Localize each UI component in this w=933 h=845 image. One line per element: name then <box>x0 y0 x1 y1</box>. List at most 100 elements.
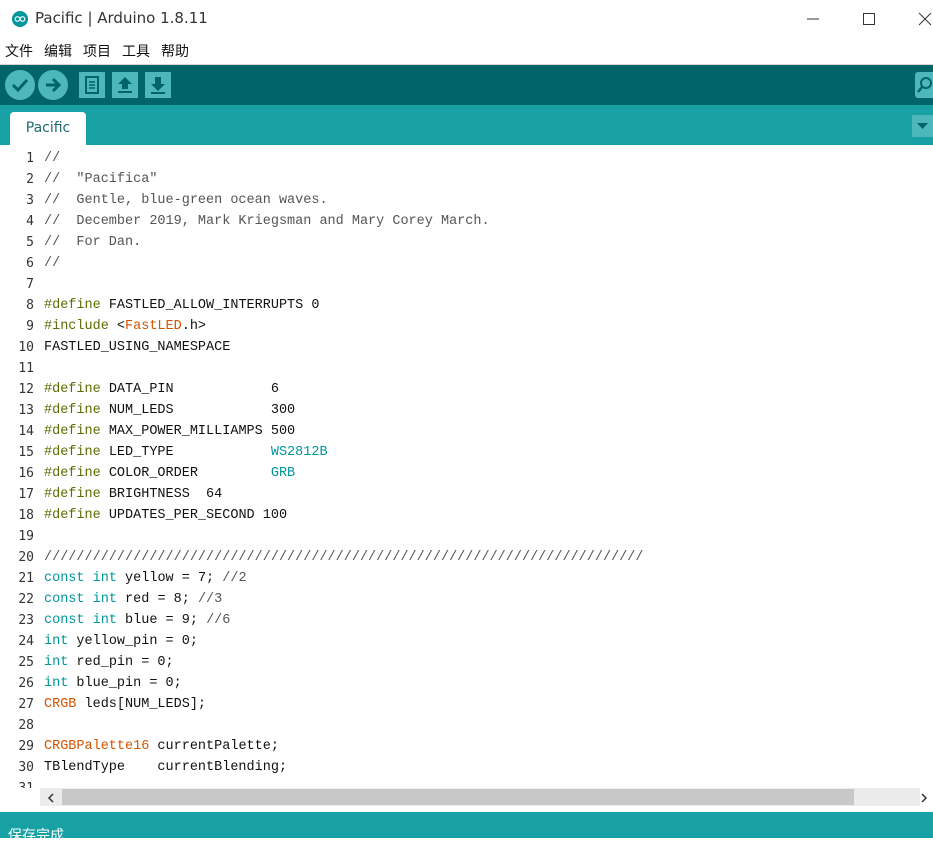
code-token: int <box>44 634 69 649</box>
line-number: 5 <box>26 235 34 250</box>
code-token: < <box>108 319 126 334</box>
code-text: #define MAX_POWER_MILLIAMPS 500 <box>44 421 295 442</box>
code-line: 17 #define BRIGHTNESS 64 <box>0 484 930 505</box>
code-token: int <box>44 655 69 670</box>
scroll-left-icon[interactable] <box>42 790 60 804</box>
code-token: FASTLED_ALLOW_INTERRUPTS 0 <box>100 298 320 313</box>
code-line: 27 CRGB leds[NUM_LEDS]; <box>0 694 930 715</box>
scrollbar-thumb[interactable] <box>62 789 854 805</box>
code-line: 6 // <box>0 253 930 274</box>
line-number: 4 <box>26 214 34 229</box>
code-line: 16 #define COLOR_ORDER GRB <box>0 463 930 484</box>
code-token: // <box>44 256 61 271</box>
code-text: const int red = 8; //3 <box>44 589 222 610</box>
code-token: WS2812B <box>270 445 328 460</box>
code-line: 24 int yellow_pin = 0; <box>0 631 930 652</box>
code-text: // "Pacifica" <box>44 169 157 190</box>
code-token: #include <box>44 319 109 334</box>
maximize-button[interactable] <box>846 0 892 38</box>
code-token: MAX_POWER_MILLIAMPS 500 <box>100 424 296 439</box>
open-icon[interactable] <box>112 72 138 98</box>
code-line: 25 int red_pin = 0; <box>0 652 930 673</box>
code-text: const int yellow = 7; //2 <box>44 568 247 589</box>
line-number: 8 <box>26 298 34 313</box>
line-number: 27 <box>18 697 34 712</box>
code-token: // <box>44 151 61 166</box>
code-text: #define COLOR_ORDER GRB <box>44 463 295 484</box>
line-number: 28 <box>18 718 34 733</box>
status-message: 保存完成 <box>8 828 64 844</box>
code-token: .h> <box>181 319 207 334</box>
line-number: 15 <box>18 445 34 460</box>
code-text: // <box>44 148 60 169</box>
menu-tools[interactable]: 工具 <box>122 41 150 61</box>
code-token: UPDATES_PER_SECOND 100 <box>100 508 288 523</box>
code-text: // <box>44 253 60 274</box>
arduino-logo-icon <box>12 11 28 27</box>
code-token: DATA_PIN 6 <box>100 382 279 397</box>
code-text: // Gentle, blue-green ocean waves. <box>44 190 328 211</box>
scroll-right-icon[interactable] <box>915 790 933 804</box>
verify-icon[interactable] <box>5 70 35 100</box>
code-token: const <box>44 613 85 628</box>
horizontal-scrollbar[interactable] <box>0 788 933 808</box>
line-number: 7 <box>26 277 34 292</box>
line-number: 21 <box>18 571 34 586</box>
code-token: #define <box>44 424 101 439</box>
upload-icon[interactable] <box>38 70 68 100</box>
code-text: const int blue = 9; //6 <box>44 610 230 631</box>
line-number: 12 <box>18 382 34 397</box>
serial-monitor-icon[interactable] <box>915 72 933 98</box>
menu-edit[interactable]: 编辑 <box>44 41 72 61</box>
close-button[interactable] <box>902 0 933 38</box>
tab-menu-dropdown-icon[interactable] <box>912 115 933 137</box>
line-number: 13 <box>18 403 34 418</box>
code-text: // For Dan. <box>44 232 141 253</box>
code-token: int <box>92 571 117 586</box>
code-line: 29 CRGBPalette16 currentPalette; <box>0 736 930 757</box>
line-number: 2 <box>26 172 34 187</box>
code-text: #define NUM_LEDS 300 <box>44 400 295 421</box>
tab-pacific[interactable]: Pacific <box>10 112 86 145</box>
line-number: 30 <box>18 760 34 775</box>
code-text: int red_pin = 0; <box>44 652 174 673</box>
tab-bar: Pacific <box>0 105 933 145</box>
code-token: leds[NUM_LEDS]; <box>76 697 207 712</box>
code-text: int yellow_pin = 0; <box>44 631 198 652</box>
code-token: #define <box>44 466 101 481</box>
line-number: 25 <box>18 655 34 670</box>
window-title: Pacific | Arduino 1.8.11 <box>35 9 208 27</box>
code-token: FastLED <box>125 319 182 334</box>
save-icon[interactable] <box>145 72 171 98</box>
code-editor[interactable]: 1//2// "Pacifica" 3// Gentle, blue-green … <box>0 145 933 788</box>
line-number: 26 <box>18 676 34 691</box>
line-number: 10 <box>18 340 34 355</box>
code-token: yellow = 7; <box>116 571 223 586</box>
menu-sketch[interactable]: 项目 <box>83 41 111 61</box>
code-text: #define DATA_PIN 6 <box>44 379 279 400</box>
code-line: 12 #define DATA_PIN 6 <box>0 379 930 400</box>
code-line: 8 #define FASTLED_ALLOW_INTERRUPTS 0 <box>0 295 930 316</box>
status-bar: 保存完成 <box>0 812 933 844</box>
code-text: ////////////////////////////////////////… <box>44 547 644 568</box>
code-text: CRGB leds[NUM_LEDS]; <box>44 694 206 715</box>
code-line: 28 <box>0 715 930 736</box>
code-text: #define LED_TYPE WS2812B <box>44 442 328 463</box>
new-icon[interactable] <box>79 72 105 98</box>
minimize-button[interactable] <box>790 0 836 38</box>
code-token: blue = 9; <box>116 613 207 628</box>
code-line: 19 <box>0 526 930 547</box>
code-token: //2 <box>222 571 247 586</box>
code-line: 15 #define LED_TYPE WS2812B <box>0 442 930 463</box>
line-number: 3 <box>26 193 34 208</box>
code-token: // For Dan. <box>44 235 142 250</box>
menu-help[interactable]: 帮助 <box>161 41 189 61</box>
code-token: const <box>44 571 85 586</box>
code-text: FASTLED_USING_NAMESPACE <box>44 337 230 358</box>
menu-file[interactable]: 文件 <box>5 41 33 61</box>
line-number: 11 <box>18 361 34 376</box>
code-token: int <box>92 592 117 607</box>
code-line: 2 // "Pacifica" <box>0 169 930 190</box>
toolbar <box>0 65 933 105</box>
